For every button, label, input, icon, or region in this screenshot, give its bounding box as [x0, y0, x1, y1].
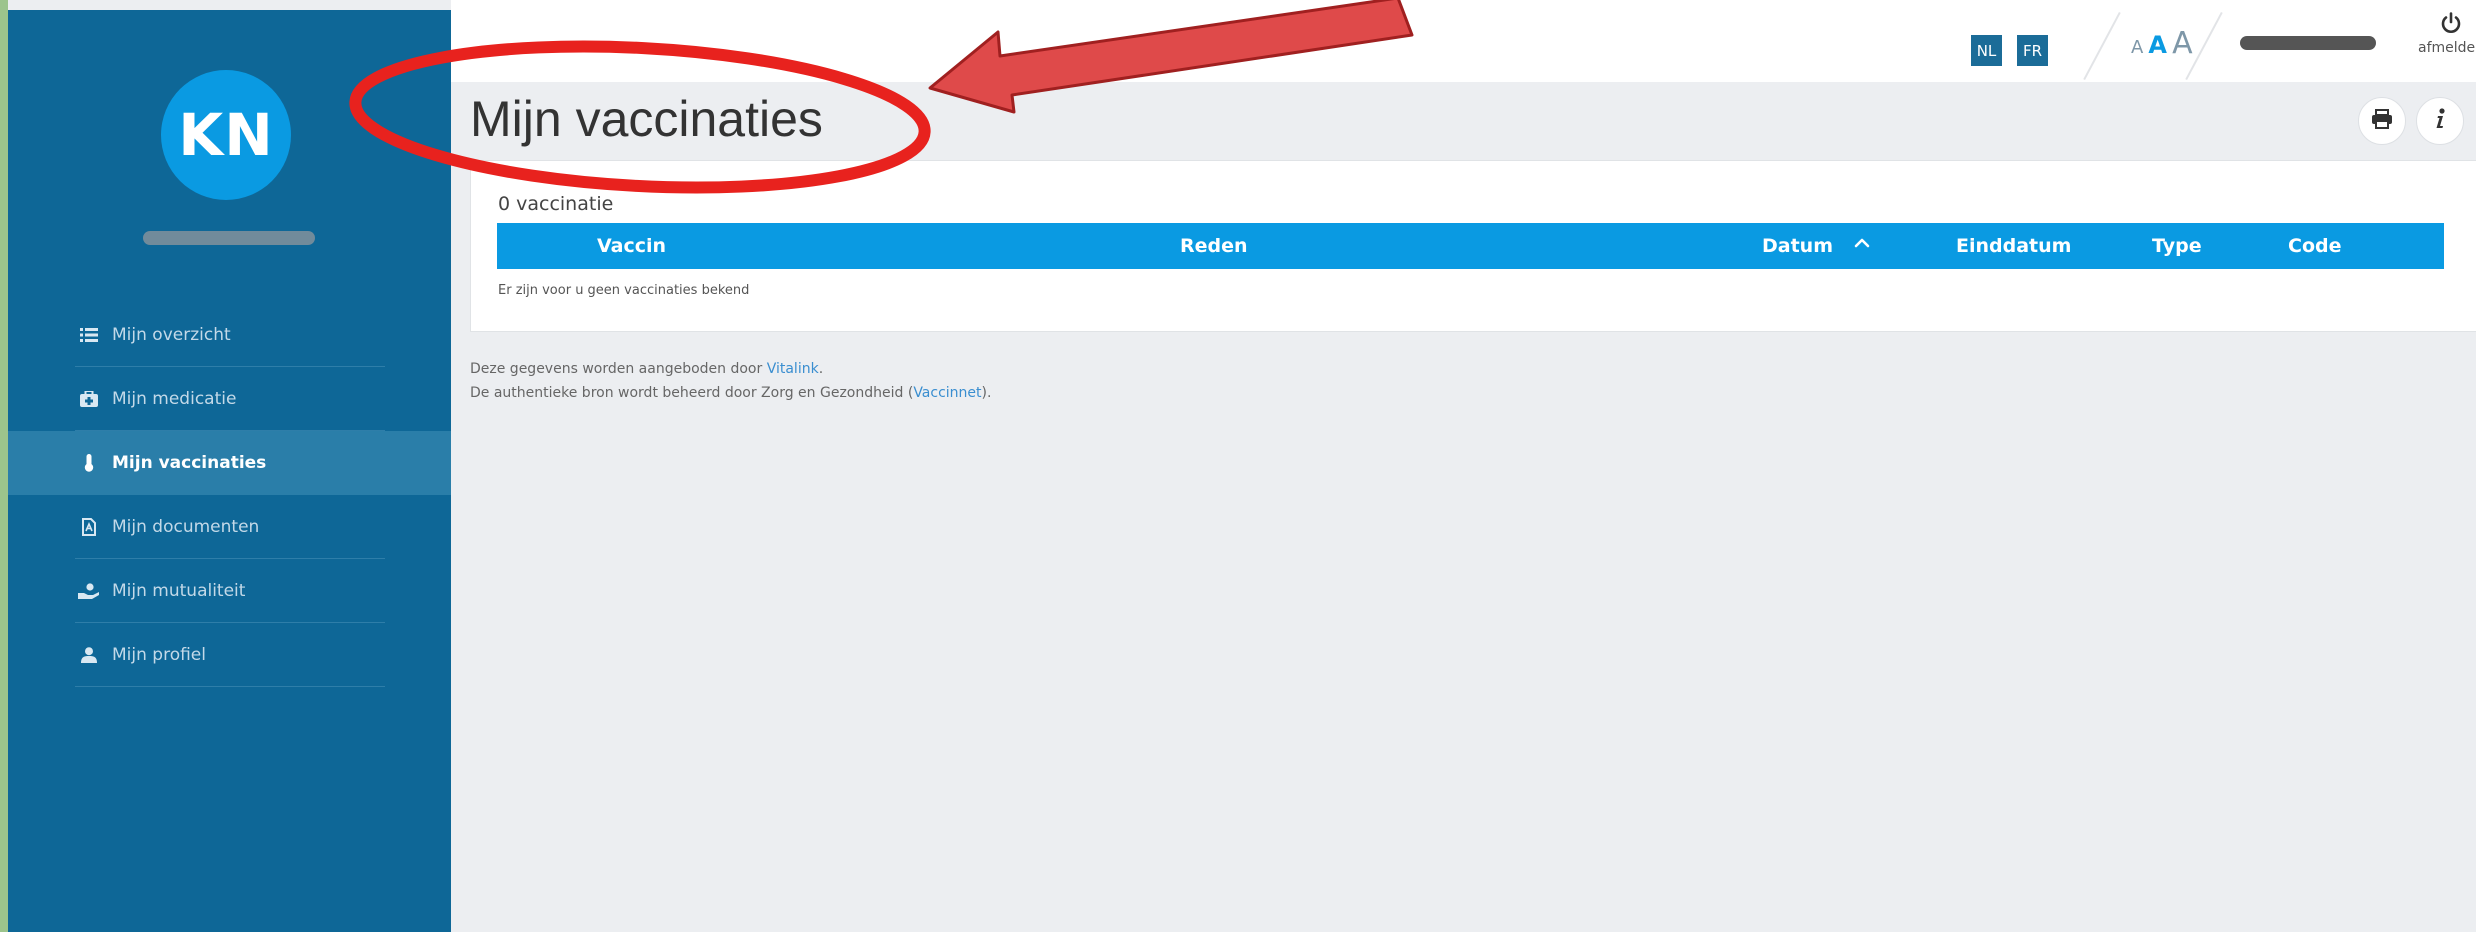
- logout-label: afmelden: [2418, 40, 2476, 56]
- user-icon: [76, 647, 102, 663]
- footer-text: .: [818, 361, 824, 377]
- redacted-user-name: [2240, 36, 2376, 50]
- sidebar-item-label: Mijn overzicht: [112, 325, 231, 345]
- redacted-username: [143, 231, 315, 245]
- column-header-datum[interactable]: Datum: [1762, 235, 1833, 257]
- font-size-small-button[interactable]: A: [2131, 37, 2143, 58]
- logout-button[interactable]: afmelden: [2418, 12, 2476, 56]
- sidebar-item-profiel[interactable]: Mijn profiel: [8, 623, 451, 687]
- source-footer: Deze gegevens worden aangeboden door Vit…: [470, 357, 991, 405]
- vaccinnet-link[interactable]: Vaccinnet: [913, 385, 981, 401]
- column-header-vaccin[interactable]: Vaccin: [597, 235, 666, 257]
- info-icon: [2434, 108, 2446, 134]
- column-header-code[interactable]: Code: [2288, 235, 2341, 257]
- footer-text: Deze gegevens worden aangeboden door: [470, 361, 767, 377]
- avatar: KN: [161, 70, 291, 200]
- sidebar-item-label: Mijn documenten: [112, 517, 260, 537]
- footer-text: ).: [981, 385, 992, 401]
- list-icon: [76, 327, 102, 343]
- print-icon: [2371, 109, 2393, 133]
- vitalink-link[interactable]: Vitalink: [767, 361, 819, 377]
- table-header: Vaccin Reden Datum Einddatum Type Code: [497, 223, 2444, 269]
- info-button[interactable]: [2416, 97, 2464, 145]
- column-header-einddatum[interactable]: Einddatum: [1956, 235, 2071, 257]
- empty-table-message: Er zijn voor u geen vaccinaties bekend: [498, 283, 750, 298]
- sidebar-item-medicatie[interactable]: Mijn medicatie: [8, 367, 451, 431]
- font-size-large-button[interactable]: A: [2172, 26, 2193, 61]
- font-size-controls: A A A: [2131, 26, 2193, 61]
- sidebar-item-label: Mijn medicatie: [112, 389, 237, 409]
- app-frame: KN Mijn overzicht Mijn medicatie Mijn va…: [8, 0, 2476, 932]
- thermometer-icon: [76, 454, 102, 472]
- column-header-reden[interactable]: Reden: [1180, 235, 1248, 257]
- column-header-type[interactable]: Type: [2152, 235, 2202, 257]
- page-title: Mijn vaccinaties: [470, 91, 823, 147]
- sidebar-item-documenten[interactable]: Mijn documenten: [8, 495, 451, 559]
- sidebar-item-label: Mijn vaccinaties: [112, 453, 267, 473]
- footer-text: De authentieke bron wordt beheerd door Z…: [470, 385, 914, 401]
- footer-line-2: De authentieke bron wordt beheerd door Z…: [470, 381, 991, 405]
- document-icon: [76, 518, 102, 536]
- print-button[interactable]: [2358, 97, 2406, 145]
- lang-fr-button[interactable]: FR: [2017, 35, 2048, 66]
- sidebar: KN Mijn overzicht Mijn medicatie Mijn va…: [8, 10, 451, 932]
- vaccinations-card: 0 vaccinatie Vaccin Reden Datum Einddatu…: [470, 160, 2476, 332]
- sidebar-item-mutualiteit[interactable]: Mijn mutualiteit: [8, 559, 451, 623]
- vaccination-count: 0 vaccinatie: [498, 193, 614, 215]
- lang-nl-button[interactable]: NL: [1971, 35, 2002, 66]
- footer-line-1: Deze gegevens worden aangeboden door Vit…: [470, 357, 991, 381]
- sidebar-item-overzicht[interactable]: Mijn overzicht: [8, 303, 451, 367]
- sidebar-item-label: Mijn profiel: [112, 645, 206, 665]
- sidebar-item-label: Mijn mutualiteit: [112, 581, 246, 601]
- sidebar-nav: Mijn overzicht Mijn medicatie Mijn vacci…: [8, 303, 451, 687]
- sort-ascending-icon[interactable]: [1854, 233, 1870, 258]
- font-size-medium-button[interactable]: A: [2148, 31, 2167, 59]
- medkit-icon: [76, 391, 102, 407]
- power-icon: [2418, 12, 2476, 40]
- sidebar-item-vaccinaties[interactable]: Mijn vaccinaties: [8, 431, 451, 495]
- care-hand-icon: [76, 583, 102, 599]
